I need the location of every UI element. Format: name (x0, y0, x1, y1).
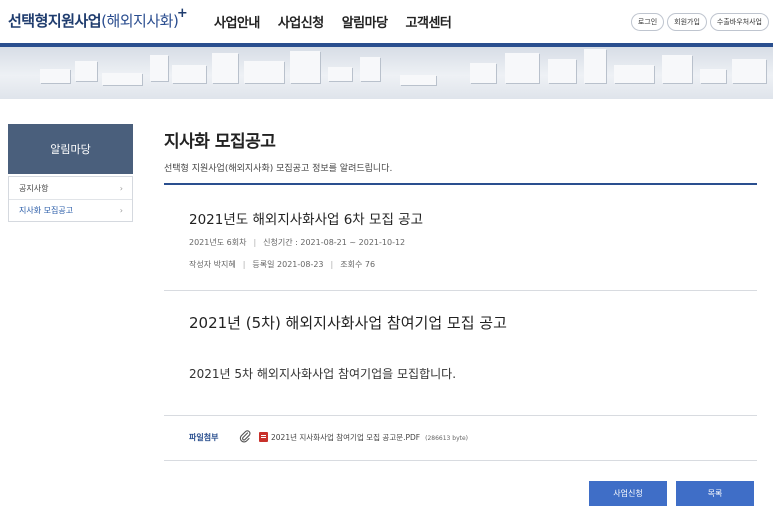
signup-button[interactable]: 회원가입 (667, 13, 707, 31)
sidebar-item-label: 지사화 모집공고 (19, 206, 74, 215)
post-views: 조회수 76 (340, 260, 376, 269)
nav-item-notice-board[interactable]: 알림마당 (342, 12, 388, 31)
pdf-file-icon (259, 432, 268, 442)
sidebar-item-recruitment[interactable]: 지사화 모집공고 › (9, 199, 132, 221)
nav-item-customer-center[interactable]: 고객센터 (406, 12, 452, 31)
apply-button[interactable]: 사업신청 (589, 481, 667, 506)
post-info-line: 작성자 박지혜 | 등록일 2021-08-23 | 조회수 76 (189, 259, 375, 270)
chevron-right-icon: › (119, 206, 123, 215)
logo-sub-text: (해외지사화) (101, 12, 179, 30)
login-button[interactable]: 로그인 (630, 13, 665, 31)
nav-item-business-guide[interactable]: 사업안내 (214, 12, 260, 31)
utility-links: 로그인 회원가입 수출바우처사업 (630, 13, 769, 31)
sidebar-menu: 공지사항 › 지사화 모집공고 › (8, 176, 133, 222)
list-button[interactable]: 목록 (676, 481, 754, 506)
page-title: 지사화 모집공고 (164, 132, 276, 152)
main-nav: 사업안내 사업신청 알림마당 고객센터 (214, 12, 469, 31)
post-date: 등록일 2021-08-23 (252, 260, 324, 269)
sub-visual-banner (0, 47, 773, 99)
header: 선택형지원사업(해외지사화) + 사업안내 사업신청 알림마당 고객센터 로그인… (0, 0, 773, 43)
logo-main-text: 선택형지원사업 (8, 12, 102, 30)
divider (164, 415, 757, 416)
export-voucher-button[interactable]: 수출바우처사업 (709, 13, 769, 31)
attachment-size: (286613 byte) (425, 435, 469, 442)
divider (164, 460, 757, 461)
sidebar-item-notice[interactable]: 공지사항 › (9, 177, 132, 199)
content-top-divider (164, 183, 757, 185)
meta-separator: | (330, 260, 334, 269)
divider (164, 290, 757, 291)
post-meta-line: 2021년도 6회차 | 신청기간 : 2021-08-21 ~ 2021-10-1… (189, 237, 405, 248)
meta-separator: | (253, 238, 257, 247)
meta-separator: | (242, 260, 246, 269)
post-period: 신청기간 : 2021-08-21 ~ 2021-10-12 (263, 238, 406, 247)
post-round: 2021년도 6회차 (189, 238, 247, 247)
post-title: 2021년도 해외지사화사업 6차 모집 공고 (189, 212, 423, 228)
logo-plus-icon: + (176, 6, 188, 21)
sidebar-item-label: 공지사항 (19, 183, 49, 193)
sidebar-title: 알림마당 (8, 124, 133, 174)
post-body-text: 2021년 5차 해외지사화사업 참여기업을 모집합니다. (189, 367, 457, 381)
post-author: 작성자 박지혜 (189, 260, 236, 269)
attachment-label: 파일첨부 (189, 433, 219, 442)
attachment-filename: 2021년 지사화사업 참여기업 모집 공고문.PDF (271, 433, 421, 442)
page-description: 선택형 지원사업(해외지사화) 모집공고 정보를 알려드립니다. (164, 164, 393, 174)
attachment-file-link[interactable]: 2021년 지사화사업 참여기업 모집 공고문.PDF (286613 byte) (271, 432, 468, 443)
site-logo[interactable]: 선택형지원사업(해외지사화) + (8, 6, 188, 31)
paperclip-icon (239, 430, 251, 443)
chevron-right-icon: › (119, 183, 123, 193)
post-body-title: 2021년 (5차) 해외지사화사업 참여기업 모집 공고 (189, 314, 507, 332)
nav-item-business-apply[interactable]: 사업신청 (278, 12, 324, 31)
